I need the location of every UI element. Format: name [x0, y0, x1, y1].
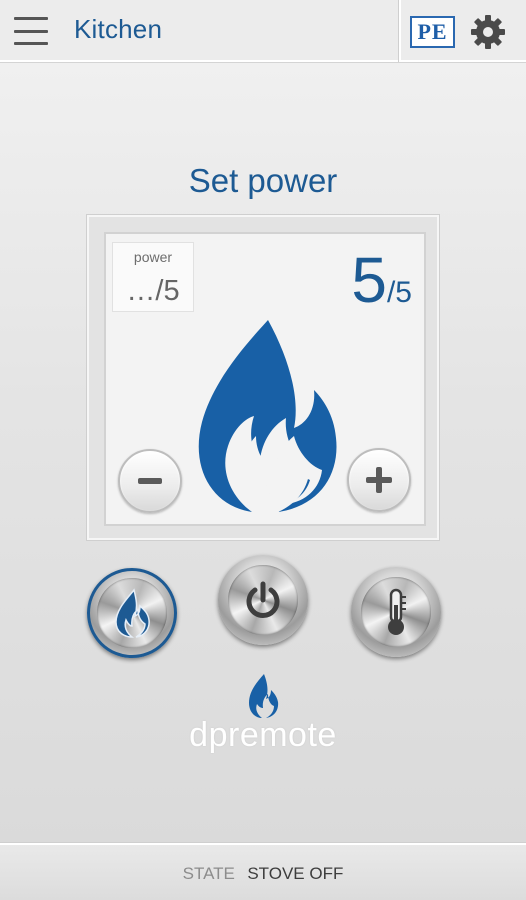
current-power-value: 5 — [351, 244, 387, 316]
power-panel-inner: power …/5 5/5 — [104, 232, 426, 526]
flame-icon — [198, 320, 337, 512]
flame-logo-icon — [249, 674, 279, 718]
increase-power-button[interactable] — [347, 448, 411, 512]
hamburger-menu-icon[interactable] — [12, 14, 50, 48]
thermometer-icon — [388, 588, 406, 635]
set-power-heading: Set power — [188, 162, 338, 199]
brand-name: dpremote — [189, 716, 337, 754]
power-toggle-button[interactable] — [218, 555, 308, 645]
plus-icon — [366, 467, 392, 493]
thermostat-mode-button[interactable] — [351, 567, 441, 657]
power-panel: power …/5 5/5 — [87, 215, 439, 540]
pe-logo: PE — [410, 16, 455, 48]
status-label: STATE — [182, 864, 235, 883]
power-label: power — [133, 249, 173, 265]
page-title: Kitchen — [74, 14, 163, 44]
flame-icon — [115, 588, 150, 638]
current-power-level: 5/5 — [351, 246, 412, 327]
flame-mode-button[interactable] — [87, 568, 177, 658]
gear-icon[interactable] — [468, 12, 508, 52]
power-icon — [246, 581, 280, 618]
status-bar: STATE STOVE OFF — [0, 843, 526, 900]
flame-mode-face — [97, 578, 167, 648]
minus-icon — [138, 478, 162, 484]
divider — [399, 0, 401, 62]
power-readout-box: power …/5 — [112, 242, 194, 312]
status-value: STOVE OFF — [247, 864, 344, 883]
decrease-power-button[interactable] — [118, 449, 182, 513]
power-value: …/5 — [126, 275, 180, 307]
power-toggle-face — [228, 565, 298, 635]
top-bar: Kitchen PE — [0, 0, 526, 62]
thermostat-mode-face — [361, 577, 431, 647]
current-power-max: /5 — [386, 276, 412, 309]
